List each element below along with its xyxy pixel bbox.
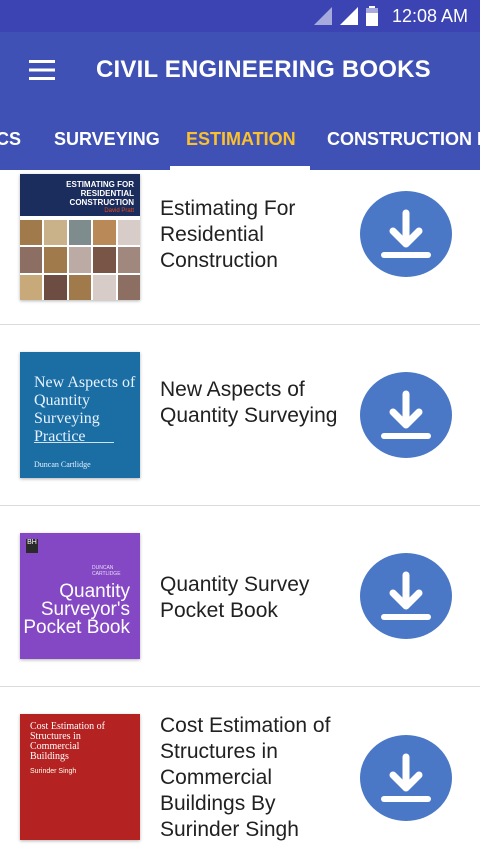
- category-tabs: CS SURVEYING ESTIMATION CONSTRUCTION M: [0, 108, 480, 170]
- status-bar: 12:08 AM: [0, 0, 480, 32]
- publisher-logo: BH: [26, 539, 38, 553]
- cover-author: David Pratt: [104, 208, 134, 214]
- download-icon: [381, 753, 431, 802]
- download-button[interactable]: [360, 191, 452, 277]
- cover-author: Surinder Singh: [30, 768, 77, 775]
- book-title: Cost Estimation of Structures in Commerc…: [160, 714, 331, 841]
- book-cover: BH DUNCAN CARTLIDGE Quantity Surveyor's …: [20, 533, 140, 659]
- download-icon: [381, 390, 431, 439]
- tab-surveying[interactable]: SURVEYING: [54, 108, 160, 170]
- tab-estimation[interactable]: ESTIMATION: [186, 108, 296, 170]
- list-item[interactable]: ESTIMATING FOR RESIDENTIAL CONSTRUCTION …: [0, 170, 480, 325]
- cover-title: New Aspects of Quantity Surveying Practi…: [34, 374, 136, 445]
- download-button[interactable]: [360, 553, 452, 639]
- download-button[interactable]: [360, 372, 452, 458]
- app-bar: CIVIL ENGINEERING BOOKS: [0, 32, 480, 108]
- book-cover: ESTIMATING FOR RESIDENTIAL CONSTRUCTION …: [20, 174, 140, 300]
- cover-title: Cost Estimation of Structures in Commerc…: [30, 721, 105, 762]
- cover-author: DUNCAN CARTLIDGE: [92, 565, 121, 577]
- book-cover: Cost Estimation of Structures in Commerc…: [20, 714, 140, 840]
- download-button[interactable]: [360, 735, 452, 821]
- menu-icon: [29, 60, 55, 80]
- menu-button[interactable]: [12, 40, 72, 100]
- list-item[interactable]: BH DUNCAN CARTLIDGE Quantity Surveyor's …: [0, 506, 480, 687]
- cover-title: Quantity Surveyor's Pocket Book: [23, 581, 130, 638]
- tab-cs[interactable]: CS: [0, 108, 21, 170]
- list-item[interactable]: New Aspects of Quantity Surveying Practi…: [0, 325, 480, 506]
- tab-construction[interactable]: CONSTRUCTION M: [327, 108, 480, 170]
- cover-title: ESTIMATING FOR RESIDENTIAL CONSTRUCTION: [66, 180, 134, 207]
- status-time: 12:08 AM: [391, 5, 468, 26]
- book-cover: New Aspects of Quantity Surveying Practi…: [20, 352, 140, 478]
- download-icon: [381, 571, 431, 620]
- battery-icon: [365, 6, 378, 26]
- book-title: New Aspects of Quantity Surveying: [160, 378, 338, 427]
- book-list: ESTIMATING FOR RESIDENTIAL CONSTRUCTION …: [0, 170, 480, 853]
- book-title: Quantity Survey Pocket Book: [160, 573, 310, 622]
- download-icon: [381, 209, 431, 258]
- list-item[interactable]: Cost Estimation of Structures in Commerc…: [0, 687, 480, 853]
- app-title: CIVIL ENGINEERING BOOKS: [96, 56, 431, 83]
- book-title: Estimating For Residential Construction: [160, 197, 296, 272]
- signal-icon: [313, 7, 332, 25]
- signal-icon: [339, 7, 358, 25]
- cover-author: Duncan Cartlidge: [34, 460, 91, 469]
